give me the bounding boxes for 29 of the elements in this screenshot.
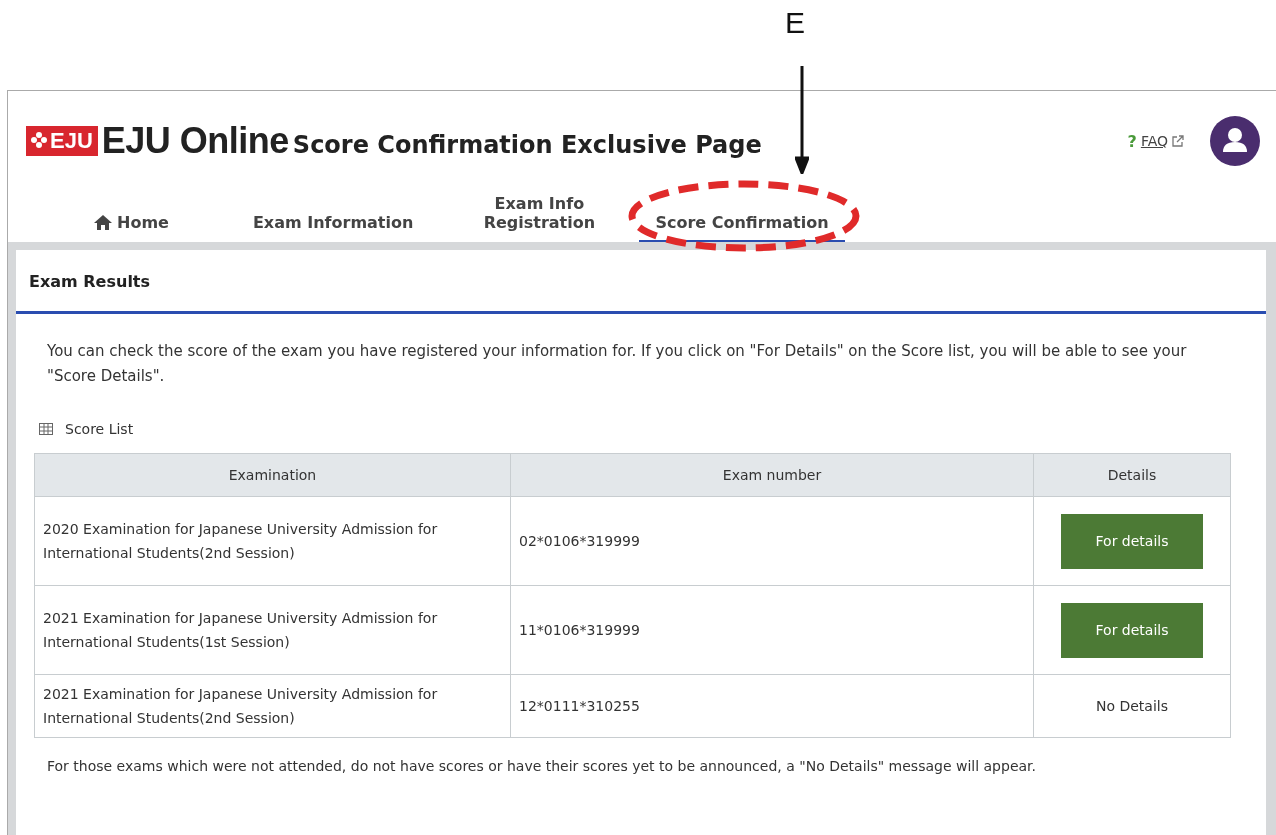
table-cell: 2021 Examination for Japanese University Admission for International Students(1st Session) [34, 585, 511, 675]
nav-tab[interactable]: Home [93, 213, 169, 242]
nav-tab[interactable]: Exam Information [252, 213, 414, 242]
table-cell: 02*0106*319999 [510, 496, 1034, 586]
details-button[interactable]: For details [1061, 602, 1203, 658]
list-title: Score List [65, 421, 134, 437]
column-header: Exam number [510, 453, 1034, 497]
external-link-icon [1172, 135, 1184, 147]
logo: EJU [26, 126, 98, 156]
table-cell: 11*0106*319999 [510, 585, 1034, 675]
details-button[interactable]: For details [1061, 513, 1203, 569]
help-icon: ? [1127, 131, 1137, 151]
page-title: Score Confirmation Exclusive Page [292, 131, 762, 159]
card-title: Exam Results [16, 250, 1266, 314]
table-cell: 2020 Examination for Japanese University Admission for International Students(2nd Session) [34, 496, 511, 586]
table-cell: 2021 Examination for Japanese University Admission for International Students(2nd Session) [34, 674, 511, 738]
nav-tab[interactable]: Exam Info Registration [483, 194, 596, 242]
home-icon [93, 214, 113, 231]
column-header: Details [1033, 453, 1231, 497]
faq-link[interactable]: FAQ [1140, 133, 1168, 149]
table-icon [39, 423, 53, 435]
annotation-label: E [785, 6, 805, 40]
user-avatar-icon[interactable] [1210, 116, 1260, 166]
site-title: EJU Online [101, 120, 289, 162]
intro-text: You can check the score of the exam you have registered your information for. If you click on "For Details" on the Score list, you will be able to see your "Score Details". [46, 341, 1188, 387]
no-details-text: No Details [1096, 698, 1168, 714]
table-cell: 12*0111*310255 [510, 674, 1034, 738]
note-text: For those exams which were not attended, do not have scores or have their scores yet to be announced, a "No Details" message will appear. [46, 757, 1037, 774]
column-header: Examination [34, 453, 511, 497]
